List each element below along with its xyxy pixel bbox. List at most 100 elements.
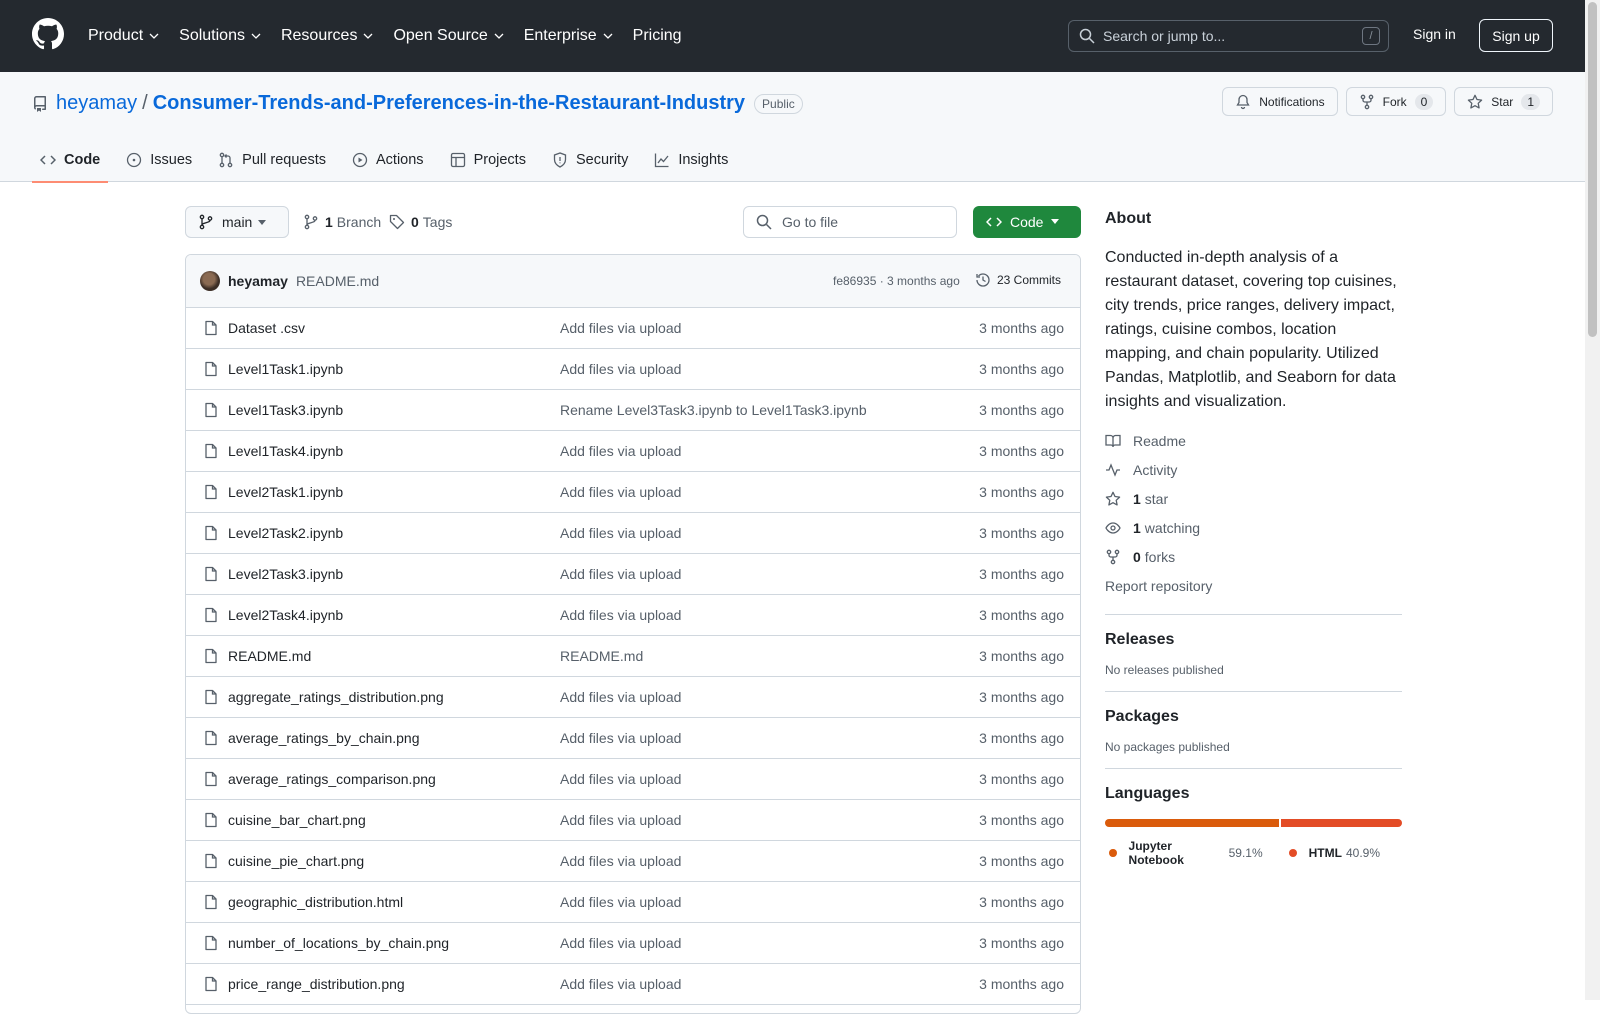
forks-link[interactable]: 0 forks [1105,542,1402,571]
readme-link[interactable]: Readme [1105,426,1402,455]
file-icon [205,730,217,746]
file-commit-message-link[interactable]: Add files via upload [560,525,681,541]
commit-message-link[interactable]: README.md [296,273,379,289]
code-icon [40,155,56,165]
repo-owner-link[interactable]: heyamay [56,92,137,115]
stars-link[interactable]: 1 star [1105,484,1402,513]
tab-insights[interactable]: Insights [646,138,736,182]
avatar[interactable] [200,271,220,291]
global-nav: Product Solutions Resources Open Source … [88,0,702,72]
file-commit-message-link[interactable]: Add files via upload [560,607,681,623]
nav-open-source[interactable]: Open Source [393,27,504,45]
branches-link[interactable]: 1 Branch [303,214,381,230]
language-item[interactable]: Jupyter Notebook 59.1% [1105,839,1263,867]
branch-selector[interactable]: main [185,206,289,238]
file-commit-message-link[interactable]: Rename Level3Task3.ipynb to Level1Task3.… [560,402,867,418]
file-name-link[interactable]: geographic_distribution.html [228,894,403,910]
nav-solutions[interactable]: Solutions [179,27,261,45]
file-commit-message-link[interactable]: Add files via upload [560,443,681,459]
activity-link[interactable]: Activity [1105,455,1402,484]
file-commit-message-link[interactable]: Add files via upload [560,894,681,910]
file-name-link[interactable]: Level2Task4.ipynb [228,607,343,623]
releases-heading[interactable]: Releases [1105,631,1402,649]
repo-name-link[interactable]: Consumer-Trends-and-Preferences-in-the-R… [153,92,745,115]
file-icon [205,484,217,500]
file-name-link[interactable]: average_ratings_by_chain.png [228,730,419,746]
file-name-link[interactable]: cuisine_pie_chart.png [228,853,364,869]
file-commit-message-link[interactable]: Add files via upload [560,812,681,828]
chevron-down-icon [603,33,613,39]
file-name-link[interactable]: Dataset .csv [228,320,305,336]
tab-code[interactable]: Code [32,138,109,183]
file-name-link[interactable]: price_range_distribution.png [228,976,405,992]
forks-label: forks [1144,548,1176,565]
page-scrollbar[interactable] [1585,0,1600,1000]
file-commit-message-link[interactable]: Add files via upload [560,853,681,869]
file-name-link[interactable]: Level1Task1.ipynb [228,361,343,377]
file-name-link[interactable]: Level2Task1.ipynb [228,484,343,500]
watchers-link[interactable]: 1 watching [1105,513,1402,542]
file-commit-message-link[interactable]: Add files via upload [560,484,681,500]
star-button[interactable]: Star 1 [1454,87,1553,116]
file-commit-message-link[interactable]: Add files via upload [560,976,681,992]
file-commit-message-link[interactable]: README.md [560,648,643,664]
divider [1105,768,1402,769]
file-commit-message-link[interactable]: Add files via upload [560,361,681,377]
language-item[interactable]: HTML 40.9% [1285,839,1380,867]
table-row: average_ratings_comparison.png Add files … [186,759,1080,800]
file-commit-date: 3 months ago [979,935,1064,951]
report-repository-link[interactable]: Report repository [1105,571,1402,600]
table-row: cuisine_pie_chart.png Add files via uploa… [186,841,1080,882]
language-bar-segment [1281,819,1402,827]
file-name-link[interactable]: Level2Task2.ipynb [228,525,343,541]
file-commit-date: 3 months ago [979,566,1064,582]
file-name-link[interactable]: aggregate_ratings_distribution.png [228,689,444,705]
file-name-link[interactable]: cuisine_bar_chart.png [228,812,366,828]
tab-issues[interactable]: Issues [118,138,200,182]
file-commit-message-link[interactable]: Add files via upload [560,935,681,951]
table-row: number_of_locations_by_chain.png Add file… [186,923,1080,964]
file-commit-message-link[interactable]: Add files via upload [560,771,681,787]
scrollbar-thumb[interactable] [1588,2,1597,337]
commits-link[interactable]: 23 Commits [975,272,1061,288]
global-header: Product Solutions Resources Open Source … [0,0,1585,72]
about-heading: About [1105,210,1152,227]
file-commit-message-link[interactable]: Add files via upload [560,689,681,705]
file-name-link[interactable]: Level1Task4.ipynb [228,443,343,459]
file-name-link[interactable]: average_ratings_comparison.png [228,771,436,787]
tab-actions[interactable]: Actions [344,138,432,182]
sign-in-link[interactable]: Sign in [1413,26,1456,42]
commit-hash-time[interactable]: fe86935 · 3 months ago [833,274,960,288]
go-to-file-input[interactable]: Go to file [743,206,957,238]
chevron-down-icon [494,33,504,39]
tab-projects[interactable]: Projects [442,138,534,182]
file-name-link[interactable]: Level1Task3.ipynb [228,402,343,418]
file-name-link[interactable]: number_of_locations_by_chain.png [228,935,449,951]
language-name: Jupyter Notebook [1128,839,1184,867]
commit-author-link[interactable]: heyamay [228,273,288,289]
file-name-link[interactable]: Level2Task3.ipynb [228,566,343,582]
nav-resources[interactable]: Resources [281,27,373,45]
file-commit-message-link[interactable]: Add files via upload [560,566,681,582]
packages-heading[interactable]: Packages [1105,708,1402,726]
code-dropdown-button[interactable]: Code [973,206,1081,238]
file-commit-message-link[interactable]: Add files via upload [560,320,681,336]
languages-legend: Jupyter Notebook 59.1% HTML 40.9% [1105,839,1402,867]
fork-button[interactable]: Fork 0 [1345,87,1447,116]
notifications-button[interactable]: Notifications [1222,87,1338,116]
table-row: aggregate_ratings_distribution.png Add fi… [186,677,1080,718]
tab-security[interactable]: Security [544,138,636,182]
file-commit-date: 3 months ago [979,607,1064,623]
nav-pricing[interactable]: Pricing [633,27,682,45]
nav-enterprise[interactable]: Enterprise [524,27,613,45]
file-name-link[interactable]: README.md [228,648,311,664]
tab-pull-requests[interactable]: Pull requests [210,138,334,182]
nav-product[interactable]: Product [88,27,159,45]
chevron-down-icon [149,33,159,39]
github-logo-icon[interactable] [32,18,64,50]
file-icon [205,320,217,336]
file-commit-message-link[interactable]: Add files via upload [560,730,681,746]
sign-up-button[interactable]: Sign up [1479,19,1553,52]
tags-link[interactable]: 0 Tags [389,214,452,230]
search-input[interactable]: Search or jump to... / [1068,20,1389,52]
